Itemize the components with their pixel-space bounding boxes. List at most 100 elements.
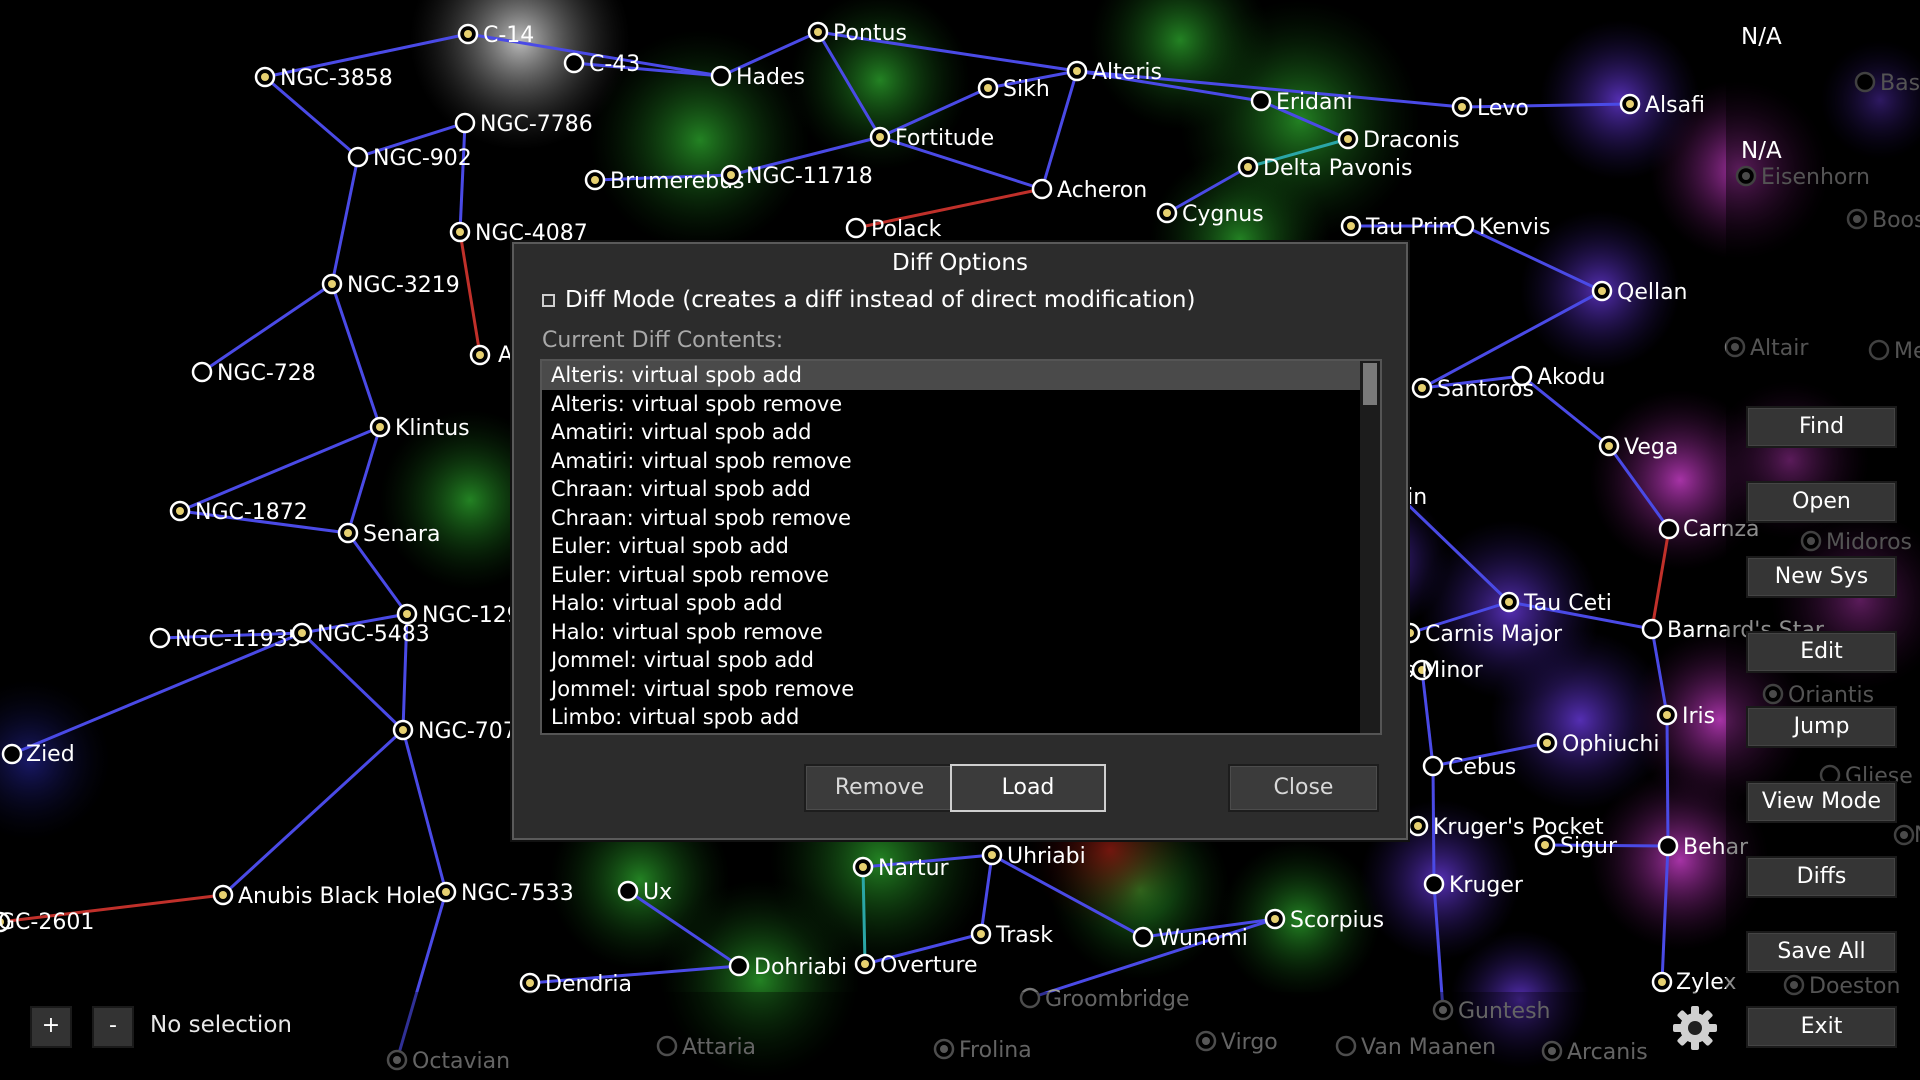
star-system[interactable]: Zied <box>1 742 75 767</box>
edit-button[interactable]: Edit <box>1746 631 1897 673</box>
system-inhabited-dot <box>464 30 472 38</box>
star-system[interactable]: Klintus <box>369 416 470 441</box>
system-marker[interactable] <box>1 743 23 765</box>
system-inhabited-dot <box>376 423 384 431</box>
system-inhabited-dot <box>1163 209 1171 217</box>
diff-list-item[interactable]: Jommel: virtual spob add <box>542 646 1364 675</box>
diff-mode-label[interactable]: Diff Mode (creates a diff instead of dir… <box>565 287 1195 313</box>
system-marker[interactable] <box>845 217 867 239</box>
diff-list-item[interactable]: Alteris: virtual spob remove <box>542 390 1364 419</box>
star-system[interactable]: NGC-3219 <box>321 273 460 298</box>
diff-list-item[interactable]: Alteris: virtual spob add <box>542 361 1364 390</box>
load-button[interactable]: Load <box>950 764 1106 812</box>
hyperlane <box>201 282 333 374</box>
new-system-button[interactable]: New Sys <box>1746 556 1897 598</box>
remove-button[interactable]: Remove <box>804 764 955 812</box>
star-system[interactable]: Polack <box>845 217 942 242</box>
sidebar-info-2: N/A <box>1741 138 1782 164</box>
star-system[interactable]: Cebus <box>1422 755 1516 780</box>
zoom-out-button[interactable]: - <box>92 1006 134 1048</box>
hyperlane <box>458 231 482 356</box>
system-marker[interactable] <box>347 146 369 168</box>
zoom-in-button[interactable]: + <box>30 1006 72 1048</box>
hyperlane <box>330 156 360 285</box>
star-system[interactable]: Delta Pavonis <box>1237 156 1412 181</box>
star-system[interactable]: Trask <box>970 923 1053 948</box>
star-system[interactable]: Alteris <box>1066 60 1162 85</box>
system-label: C-14 <box>483 23 534 48</box>
star-system[interactable]: NGC-902 <box>347 146 472 171</box>
star-system[interactable]: Sikh <box>977 77 1050 102</box>
find-button[interactable]: Find <box>1746 406 1897 448</box>
diff-list-item[interactable]: Jommel: virtual spob remove <box>542 675 1364 704</box>
star-system[interactable]: Uhriabi <box>981 844 1086 869</box>
diff-mode-checkbox[interactable]: Diff Mode (creates a diff instead of dir… <box>542 287 1195 313</box>
system-label: Iris <box>1682 704 1715 729</box>
system-marker[interactable] <box>1250 90 1272 112</box>
diff-list-item[interactable]: Amatiri: virtual spob remove <box>542 447 1364 476</box>
star-system[interactable]: Acheron <box>1031 178 1147 203</box>
jump-button[interactable]: Jump <box>1746 706 1897 748</box>
system-marker[interactable] <box>149 627 171 649</box>
star-system[interactable]: GC-2601 <box>0 910 94 935</box>
system-inhabited-dot <box>1541 841 1549 849</box>
system-marker[interactable] <box>1422 755 1444 777</box>
system-label: Dohriabi <box>754 955 847 980</box>
system-marker[interactable] <box>1423 873 1445 895</box>
star-system[interactable]: NGC-707 <box>392 719 517 744</box>
system-label: Ophiuchi <box>1562 732 1659 757</box>
system-marker[interactable] <box>617 880 639 902</box>
star-system[interactable]: A <box>469 343 513 368</box>
diff-list-item[interactable]: Halo: virtual spob remove <box>542 618 1364 647</box>
view-mode-button[interactable]: View Mode <box>1746 781 1897 823</box>
diff-list-item[interactable]: Limbo: virtual spob add <box>542 703 1364 732</box>
system-marker[interactable] <box>191 361 213 383</box>
system-marker[interactable] <box>1031 178 1053 200</box>
save-all-button[interactable]: Save All <box>1746 931 1897 973</box>
system-label: NGC-129 <box>422 603 521 628</box>
star-system[interactable]: NGC-11935 <box>149 627 302 652</box>
system-marker[interactable] <box>563 52 585 74</box>
diff-list-item[interactable]: Halo: virtual spob add <box>542 589 1364 618</box>
system-marker[interactable] <box>710 65 732 87</box>
gear-icon[interactable] <box>1670 1003 1720 1053</box>
system-marker[interactable] <box>1511 365 1533 387</box>
star-system[interactable]: Levo <box>1451 96 1529 121</box>
diff-list-item[interactable]: Euler: virtual spob remove <box>542 561 1364 590</box>
system-label: Carnis Major <box>1425 622 1563 647</box>
system-marker[interactable] <box>1132 926 1154 948</box>
sidebar-info-1: N/A <box>1741 24 1782 50</box>
diff-list-item[interactable]: Chraan: virtual spob remove <box>542 504 1364 533</box>
diff-list-item[interactable]: Chraan: virtual spob add <box>542 475 1364 504</box>
checkbox-box[interactable] <box>542 293 555 307</box>
system-marker[interactable] <box>1657 835 1679 857</box>
system-inhabited-dot <box>859 863 867 871</box>
star-system[interactable]: Sigur <box>1534 834 1618 859</box>
open-button[interactable]: Open <box>1746 481 1897 523</box>
close-button[interactable]: Close <box>1228 764 1379 812</box>
star-system[interactable]: Brumerebus <box>584 169 745 194</box>
diffs-button[interactable]: Diffs <box>1746 856 1897 898</box>
star-system[interactable]: Carnis Major <box>1399 622 1563 647</box>
star-system[interactable]: Anubis Black Hole <box>212 884 436 909</box>
scrollbar-thumb[interactable] <box>1363 363 1377 405</box>
system-inhabited-dot <box>526 979 534 987</box>
system-label: Kenvis <box>1479 215 1550 240</box>
system-marker[interactable] <box>1658 518 1680 540</box>
system-inhabited-dot <box>1458 103 1466 111</box>
diff-list-item[interactable]: Amatiri: virtual spob add <box>542 418 1364 447</box>
system-marker[interactable] <box>728 955 750 977</box>
diff-list-item[interactable]: Euler: virtual spob add <box>542 532 1364 561</box>
system-marker[interactable] <box>1641 618 1663 640</box>
system-label: Acheron <box>1057 178 1147 203</box>
star-system[interactable]: NGC-7533 <box>435 881 574 906</box>
system-label: Anubis Black Hole <box>238 884 436 909</box>
exit-button[interactable]: Exit <box>1746 1006 1897 1048</box>
diff-contents-list[interactable]: Alteris: virtual spob add Alteris: virtua… <box>540 359 1382 735</box>
system-label: Fortitude <box>895 126 994 151</box>
list-scrollbar[interactable] <box>1360 361 1380 733</box>
system-marker[interactable] <box>454 112 476 134</box>
system-marker[interactable] <box>1453 215 1475 237</box>
system-label: Tau Ceti <box>1523 591 1612 616</box>
system-label: NGC-707 <box>418 719 517 744</box>
